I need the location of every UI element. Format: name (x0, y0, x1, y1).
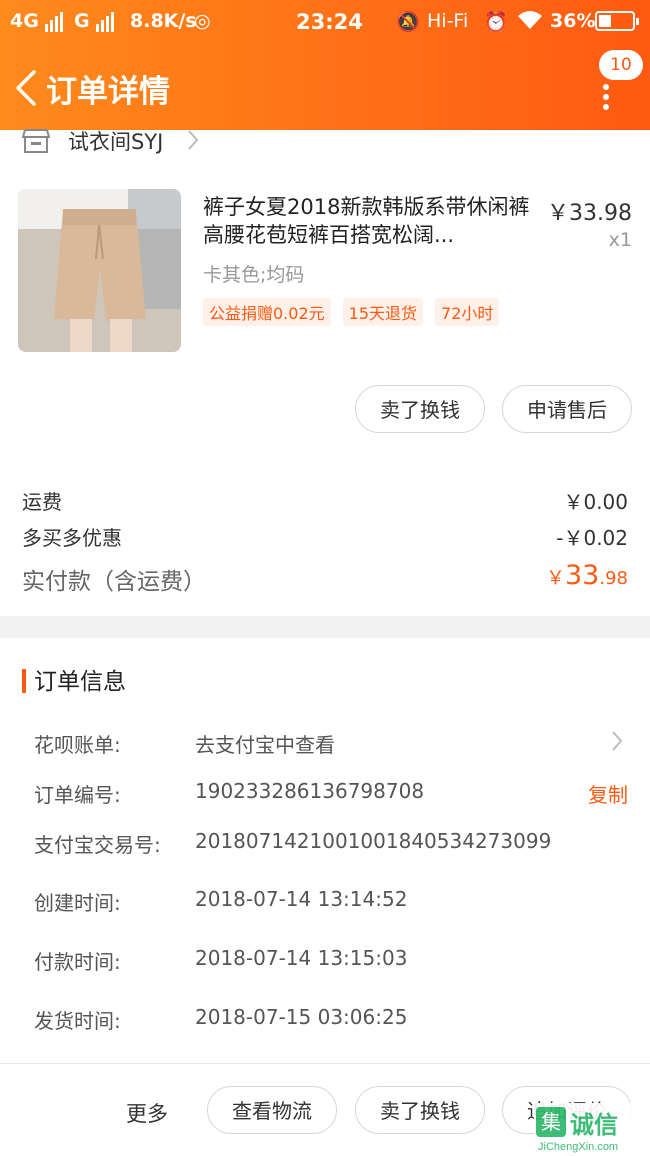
created-time-label: 创建时间: (34, 891, 121, 915)
tag-72h: 72小时 (435, 298, 500, 326)
mute-icon: 🔕 (396, 11, 420, 33)
order-info-title: 订单信息 (22, 662, 126, 696)
copy-button[interactable]: 复制 (588, 779, 628, 808)
message-count-badge[interactable]: 10 (599, 50, 643, 80)
huabei-row[interactable]: 花呗账单: 去支付宝中查看 (34, 729, 628, 757)
more-button[interactable]: 更多 (126, 1098, 168, 1128)
alipay-trade-row: 支付宝交易号: 2018071421001001840534273099 (34, 829, 628, 857)
data-saver-icon: ◎ (194, 10, 211, 32)
more-menu-icon[interactable] (599, 84, 613, 110)
huabei-value: 去支付宝中查看 (195, 733, 335, 757)
alarm-icon: ⏰ (484, 11, 508, 33)
discount-value: -￥0.02 (556, 526, 628, 550)
product-price: ￥33.98 (547, 201, 632, 226)
chevron-right-icon (610, 729, 624, 758)
battery-icon (595, 11, 639, 31)
shipping-fee-row: 运费 ￥0.00 (22, 486, 628, 515)
shipped-time-label: 发货时间: (34, 1009, 121, 1033)
network-4g: 4G (10, 10, 65, 32)
network-type-label-2: G (74, 10, 90, 32)
network-speed: 8.8K/s (130, 10, 197, 32)
store-icon (21, 128, 51, 159)
wifi-icon (517, 10, 543, 35)
created-time-value: 2018-07-14 13:14:52 (195, 887, 408, 911)
shipping-label: 运费 (22, 490, 62, 514)
shipped-time-value: 2018-07-15 03:06:25 (195, 1005, 408, 1029)
total-amount: ￥33.98 (546, 560, 628, 591)
chevron-right-icon (186, 128, 200, 157)
order-info-title-text: 订单信息 (34, 669, 126, 695)
paid-time-label: 付款时间: (34, 950, 121, 974)
huabei-label: 花呗账单: (34, 733, 121, 757)
network-type-label: 4G (10, 10, 39, 32)
section-divider (0, 616, 650, 638)
watermark: 集 诚信 JiChengXin.com (534, 1103, 650, 1155)
battery-percent: 36% (550, 10, 596, 32)
watermark-url: JiChengXin.com (538, 1141, 619, 1153)
after-sale-button[interactable]: 申请售后 (502, 385, 632, 433)
product-sku: 卡其色;均码 (203, 264, 305, 286)
paid-time-row: 付款时间: 2018-07-14 13:15:03 (34, 946, 628, 974)
page-title: 订单详情 (46, 74, 170, 110)
product-tags: 公益捐赠0.02元 15天退货 72小时 (203, 298, 511, 326)
total-dec: .98 (599, 568, 628, 589)
product-title[interactable]: 裤子女夏2018新款韩版系带休闲裤高腰花苞短裤百搭宽松阔... (203, 193, 533, 249)
shipping-value: ￥0.00 (563, 490, 628, 514)
total-int: 33 (565, 560, 600, 591)
sell-for-cash-bottom-button[interactable]: 卖了换钱 (355, 1086, 485, 1134)
watermark-logo-icon: 集 (536, 1107, 566, 1137)
order-number-value: 190233286136798708 (195, 779, 425, 803)
chevron-left-icon (16, 70, 36, 106)
network-g: G (74, 10, 116, 32)
tag-charity: 公益捐赠0.02元 (203, 298, 331, 326)
product-quantity: x1 (608, 229, 632, 251)
sell-for-cash-button[interactable]: 卖了换钱 (355, 385, 485, 433)
shipped-time-row: 发货时间: 2018-07-15 03:06:25 (34, 1005, 628, 1033)
clock: 23:24 (296, 10, 363, 34)
title-accent-bar (22, 669, 26, 693)
product-image[interactable] (18, 189, 181, 352)
watermark-text: 诚信 (570, 1111, 618, 1139)
hifi-label: Hi-Fi (427, 10, 469, 32)
total-currency: ￥ (545, 567, 565, 589)
view-logistics-button[interactable]: 查看物流 (207, 1086, 337, 1134)
created-time-row: 创建时间: 2018-07-14 13:14:52 (34, 887, 628, 915)
tag-return: 15天退货 (342, 298, 424, 326)
app-header: 4G G 8.8K/s ◎ 23:24 🔕 Hi-Fi ⏰ 36% 订单详情 1… (0, 0, 650, 130)
signal-icon (45, 10, 65, 32)
order-number-label: 订单编号: (34, 783, 121, 807)
back-button[interactable] (12, 70, 42, 106)
paid-time-value: 2018-07-14 13:15:03 (195, 946, 408, 970)
alipay-trade-label: 支付宝交易号: (34, 833, 161, 857)
discount-label: 多买多优惠 (22, 526, 122, 550)
order-number-row: 订单编号: 190233286136798708 复制 (34, 779, 628, 807)
shop-name: 试衣间SYJ (68, 130, 164, 154)
total-label: 实付款（含运费） (22, 569, 206, 595)
discount-row: 多买多优惠 -￥0.02 (22, 522, 628, 551)
status-bar: 4G G 8.8K/s ◎ 23:24 🔕 Hi-Fi ⏰ 36% (0, 0, 650, 44)
total-row: 实付款（含运费） ￥33.98 (22, 560, 628, 596)
signal-icon-2 (96, 10, 116, 32)
alipay-trade-value: 2018071421001001840534273099 (195, 829, 552, 853)
